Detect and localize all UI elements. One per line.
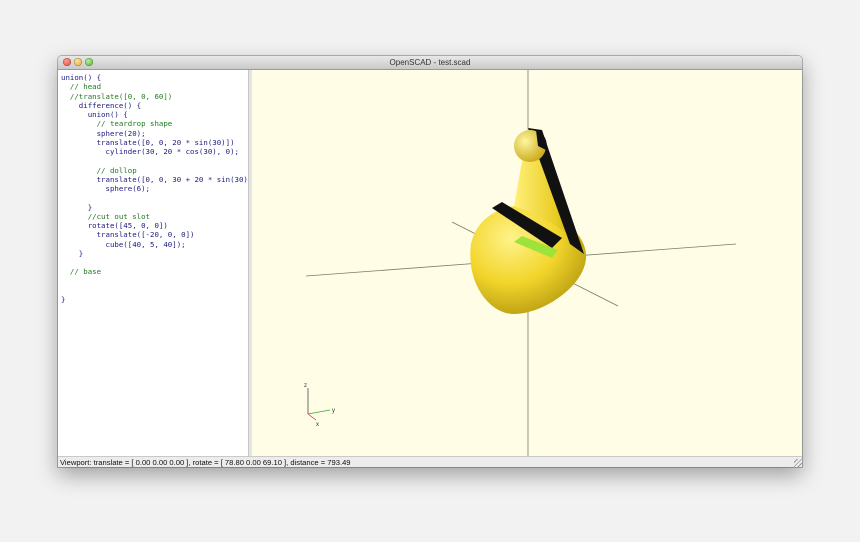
window-title: OpenSCAD - test.scad [389,58,471,67]
code-line[interactable]: translate([-20, 0, 0]) [61,230,195,239]
code-line[interactable]: translate([0, 0, 30 + 20 * sin(30)]) [61,175,248,184]
code-line[interactable]: } [61,203,92,212]
axis-label-y: y [332,408,335,414]
code-line[interactable]: union() { [61,110,128,119]
code-line[interactable]: sphere(20); [61,129,146,138]
code-line[interactable]: // teardrop shape [61,119,173,128]
code-line[interactable]: //cut out slot [61,212,150,221]
code-editor[interactable]: union() { // head //translate([0, 0, 60]… [58,70,249,456]
viewport-status-text: Viewport: translate = [ 0.00 0.00 0.00 ]… [60,458,351,467]
viewport-render[interactable]: z y x [252,70,802,456]
3d-viewport[interactable]: z y x [252,70,802,456]
code-line[interactable]: } [61,295,65,304]
title-bar[interactable]: OpenSCAD - test.scad [58,56,802,70]
code-line[interactable]: // dollop [61,166,137,175]
code-line[interactable]: } [61,249,83,258]
code-line[interactable]: cube([40, 5, 40]); [61,240,185,249]
status-bar: Viewport: translate = [ 0.00 0.00 0.00 ]… [58,456,802,467]
code-line[interactable]: // head [61,82,101,91]
code-line[interactable]: translate([0, 0, 20 * sin(30)]) [61,138,235,147]
axis-label-z: z [304,383,307,389]
code-line[interactable]: sphere(6); [61,184,150,193]
resize-grip[interactable] [794,459,802,467]
code-line[interactable]: union() { [61,73,101,82]
openscad-window: OpenSCAD - test.scad union() { // head /… [58,56,802,467]
code-line[interactable]: difference() { [61,101,141,110]
model-object [470,128,587,314]
code-line[interactable]: //translate([0, 0, 60]) [61,92,172,101]
code-line[interactable]: // base [61,267,101,276]
code-line[interactable]: cylinder(30, 20 * cos(30), 0); [61,147,239,156]
code-line[interactable]: rotate([45, 0, 0]) [61,221,168,230]
axes-indicator: z y x [304,383,335,428]
axis-label-x: x [316,422,319,428]
